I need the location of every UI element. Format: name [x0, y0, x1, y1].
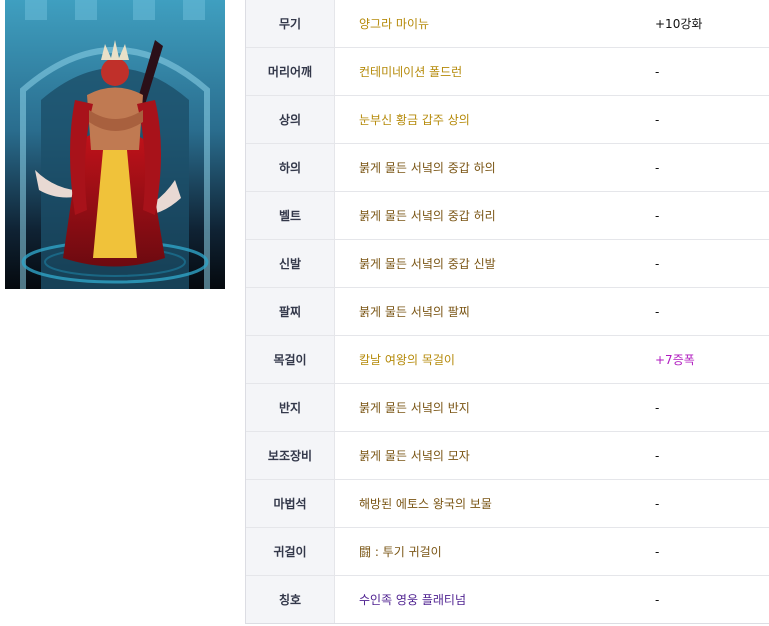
equipment-slot-label: 머리어깨	[246, 48, 335, 95]
equipment-enhance-level: -	[655, 592, 660, 607]
equipment-row: 칭호 수인족 영웅 플래티넘 -	[246, 575, 769, 623]
equipment-item-name[interactable]: 闘 : 투기 귀걸이	[335, 528, 655, 575]
equipment-enhance-level: -	[655, 112, 660, 127]
equipment-slot-label: 무기	[246, 0, 335, 47]
equipment-enhance-level: -	[655, 496, 660, 511]
equipment-row: 팔찌 붉게 물든 서녘의 팔찌 -	[246, 287, 769, 335]
equipment-item-name[interactable]: 붉게 물든 서녘의 중갑 허리	[335, 192, 655, 239]
equipment-enhance-level: -	[655, 544, 660, 559]
equipment-row: 신발 붉게 물든 서녘의 중갑 신발 -	[246, 239, 769, 287]
equipment-slot-label: 보조장비	[246, 432, 335, 479]
character-artwork	[5, 0, 225, 289]
equipment-slot-label: 귀걸이	[246, 528, 335, 575]
equipment-slot-label: 마법석	[246, 480, 335, 527]
equipment-enhance-level: -	[655, 208, 660, 223]
equipment-row: 반지 붉게 물든 서녘의 반지 -	[246, 383, 769, 431]
equipment-item-name[interactable]: 붉게 물든 서녘의 반지	[335, 384, 655, 431]
equipment-enhance-level: +10강화	[655, 17, 703, 31]
equipment-slot-label: 목걸이	[246, 336, 335, 383]
equipment-enhance-level: -	[655, 400, 660, 415]
equipment-row: 마법석 해방된 에토스 왕국의 보물 -	[246, 479, 769, 527]
equipment-row: 귀걸이 闘 : 투기 귀걸이 -	[246, 527, 769, 575]
equipment-item-name[interactable]: 수인족 영웅 플래티넘	[335, 576, 655, 623]
equipment-enhance-level: -	[655, 448, 660, 463]
equipment-slot-label: 벨트	[246, 192, 335, 239]
equipment-item-name[interactable]: 눈부신 황금 갑주 상의	[335, 96, 655, 143]
equipment-enhance-level: +7증폭	[655, 353, 695, 367]
equipment-item-name[interactable]: 붉게 물든 서녘의 중갑 하의	[335, 144, 655, 191]
equipment-slot-label: 칭호	[246, 576, 335, 623]
equipment-item-name[interactable]: 붉게 물든 서녘의 모자	[335, 432, 655, 479]
equipment-row: 머리어깨 컨테미네이션 폴드런 -	[246, 47, 769, 95]
equipment-enhance-level: -	[655, 304, 660, 319]
equipment-row: 목걸이 칼날 여왕의 목걸이 +7증폭	[246, 335, 769, 383]
equipment-slot-label: 반지	[246, 384, 335, 431]
equipment-enhance-level: -	[655, 160, 660, 175]
equipment-row: 무기 양그라 마이뉴 +10강화	[246, 0, 769, 47]
equipment-item-name[interactable]: 컨테미네이션 폴드런	[335, 48, 655, 95]
equipment-slot-label: 상의	[246, 96, 335, 143]
equipment-row: 벨트 붉게 물든 서녘의 중갑 허리 -	[246, 191, 769, 239]
equipment-row: 보조장비 붉게 물든 서녘의 모자 -	[246, 431, 769, 479]
equipment-item-name[interactable]: 해방된 에토스 왕국의 보물	[335, 480, 655, 527]
equipment-item-name[interactable]: 양그라 마이뉴	[335, 0, 655, 47]
equipment-item-name[interactable]: 붉게 물든 서녘의 중갑 신발	[335, 240, 655, 287]
character-portrait	[5, 0, 225, 289]
equipment-item-name[interactable]: 붉게 물든 서녘의 팔찌	[335, 288, 655, 335]
equipment-row: 하의 붉게 물든 서녘의 중갑 하의 -	[246, 143, 769, 191]
equipment-slot-label: 하의	[246, 144, 335, 191]
equipment-table: 무기 양그라 마이뉴 +10강화 머리어깨 컨테미네이션 폴드런 - 상의 눈부신 황금 갑주…	[245, 0, 769, 624]
equipment-item-name[interactable]: 칼날 여왕의 목걸이	[335, 336, 655, 383]
equipment-slot-label: 신발	[246, 240, 335, 287]
equipment-row: 상의 눈부신 황금 갑주 상의 -	[246, 95, 769, 143]
equipment-enhance-level: -	[655, 64, 660, 79]
equipment-slot-label: 팔찌	[246, 288, 335, 335]
equipment-enhance-level: -	[655, 256, 660, 271]
